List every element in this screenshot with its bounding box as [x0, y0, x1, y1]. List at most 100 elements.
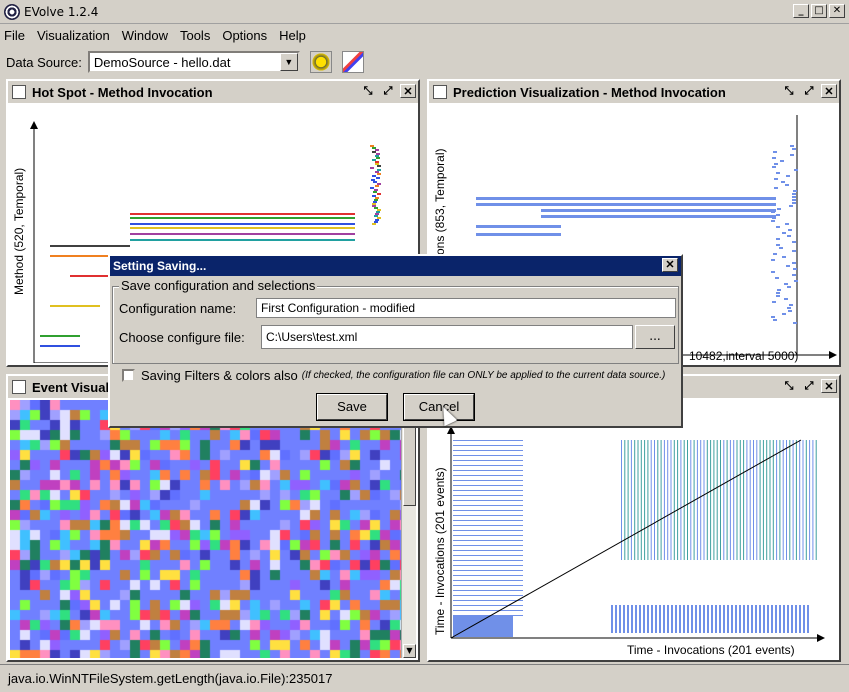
config-file-field[interactable]: C:\Users\test.xml	[261, 325, 633, 349]
scatter-mark	[453, 490, 523, 491]
prediction-bar	[787, 286, 791, 288]
window-title-bar[interactable]: EVolve 1.2.4 _ □ ✕	[0, 0, 849, 24]
hotspot-bar	[374, 215, 378, 217]
scatter-mark	[619, 605, 621, 633]
browse-button[interactable]: ...	[635, 325, 675, 349]
prediction-bar	[771, 220, 775, 222]
scatter-mark	[453, 535, 523, 536]
prediction-bar	[772, 157, 776, 159]
scatter-mark	[775, 605, 777, 633]
prediction-bar	[792, 250, 796, 252]
scatter-mark	[759, 605, 761, 633]
scatter-mark	[647, 605, 649, 633]
save-button[interactable]: Save	[316, 393, 388, 421]
scatter-mark	[711, 605, 713, 633]
dialog-close-icon[interactable]: ✕	[662, 258, 678, 272]
prediction-bar	[541, 209, 776, 212]
scatter-mark	[627, 440, 629, 560]
menu-options[interactable]: Options	[222, 28, 267, 43]
menu-tools[interactable]: Tools	[180, 28, 210, 43]
scatter-mark	[453, 575, 523, 576]
hotspot-bar	[374, 207, 378, 209]
scroll-thumb[interactable]	[403, 416, 416, 506]
hotspot-bar	[376, 157, 380, 159]
scatter-mark	[807, 605, 809, 633]
maximize-frame-icon[interactable]: ⤢	[801, 84, 817, 98]
data-source-select[interactable]: DemoSource - hello.dat ▼	[87, 51, 300, 73]
prediction-frame-title-bar[interactable]: Prediction Visualization - Method Invoca…	[429, 81, 839, 103]
scroll-down-icon[interactable]: ▼	[403, 644, 416, 658]
scatter-mark	[802, 440, 804, 560]
prediction-bar	[772, 217, 776, 219]
scatter-mark	[766, 440, 768, 560]
hotspot-bar	[377, 165, 381, 167]
minimize-button[interactable]: _	[793, 4, 809, 18]
maximize-frame-icon[interactable]: ⤢	[801, 379, 817, 393]
scatter-mark	[747, 605, 749, 633]
scatter-mark	[453, 445, 523, 446]
scatter-mark	[710, 440, 712, 560]
prediction-bar	[792, 193, 796, 195]
close-frame-icon[interactable]: ✕	[400, 84, 416, 98]
scatter-mark	[739, 440, 741, 560]
event-plot[interactable]: ▲ ▼	[10, 400, 416, 658]
prediction-bar	[773, 253, 777, 255]
prediction-bar	[773, 151, 777, 153]
hotspot-bar	[375, 213, 379, 215]
menu-file[interactable]: File	[4, 28, 25, 43]
prediction-bar	[776, 172, 780, 174]
close-button[interactable]: ✕	[829, 4, 845, 18]
dialog-title-bar[interactable]: Setting Saving... ✕	[110, 256, 681, 276]
scatter-mark	[683, 440, 685, 560]
prediction-bar	[786, 265, 790, 267]
hotspot-bar	[40, 345, 80, 347]
prediction-y-label: ons (853, Temporal)	[433, 148, 447, 256]
config-name-field[interactable]: First Configuration - modified	[256, 298, 676, 318]
maximize-button[interactable]: □	[811, 4, 827, 18]
hotspot-bar	[374, 221, 378, 223]
maximize-frame-icon[interactable]: ⤢	[380, 84, 396, 98]
scatter-mark	[453, 555, 523, 556]
scatter-mark	[782, 440, 784, 560]
palette-tool-icon[interactable]	[341, 51, 364, 73]
menu-visualization[interactable]: Visualization	[37, 28, 110, 43]
close-frame-icon[interactable]: ✕	[821, 379, 837, 393]
scatter-mark	[746, 440, 748, 560]
prediction-bar	[779, 247, 783, 249]
hotspot-bar	[372, 195, 376, 197]
prediction-bar	[776, 244, 780, 246]
scatter-plot[interactable]: Time - Invocations (201 events) Time - I…	[431, 400, 837, 658]
restore-icon[interactable]: ⤡	[360, 84, 376, 98]
prediction-bar	[776, 226, 780, 228]
scatter-mark	[453, 465, 523, 466]
hotspot-bar	[376, 211, 380, 213]
scatter-mark	[783, 605, 785, 633]
menu-help[interactable]: Help	[279, 28, 306, 43]
gear-tool-icon[interactable]	[309, 51, 332, 73]
prediction-bar	[771, 271, 775, 273]
scatter-mark	[731, 605, 733, 633]
vertical-scrollbar[interactable]: ▲ ▼	[401, 400, 416, 658]
scatter-mark	[743, 440, 745, 560]
prediction-bar	[476, 233, 561, 236]
prediction-bar	[776, 295, 780, 297]
close-frame-icon[interactable]: ✕	[821, 84, 837, 98]
hotspot-frame-title-bar[interactable]: Hot Spot - Method Invocation ⤡ ⤢ ✕	[8, 81, 418, 103]
hotspot-bar	[130, 223, 355, 225]
prediction-bar	[787, 235, 791, 237]
restore-icon[interactable]: ⤡	[781, 379, 797, 393]
dropdown-arrow-icon[interactable]: ▼	[279, 53, 298, 71]
save-filters-label[interactable]: Saving Filters & colors also	[141, 368, 298, 383]
save-filters-checkbox[interactable]	[122, 369, 135, 382]
prediction-bar	[777, 208, 781, 210]
prediction-bar	[777, 289, 781, 291]
scatter-mark	[789, 440, 791, 560]
prediction-bar	[790, 145, 794, 147]
hotspot-bar	[372, 151, 376, 153]
restore-icon[interactable]: ⤡	[781, 84, 797, 98]
scatter-mark	[703, 440, 705, 560]
menu-window[interactable]: Window	[122, 28, 168, 43]
prediction-bar	[776, 214, 780, 216]
scatter-svg	[447, 426, 825, 642]
scatter-mark	[634, 440, 636, 560]
